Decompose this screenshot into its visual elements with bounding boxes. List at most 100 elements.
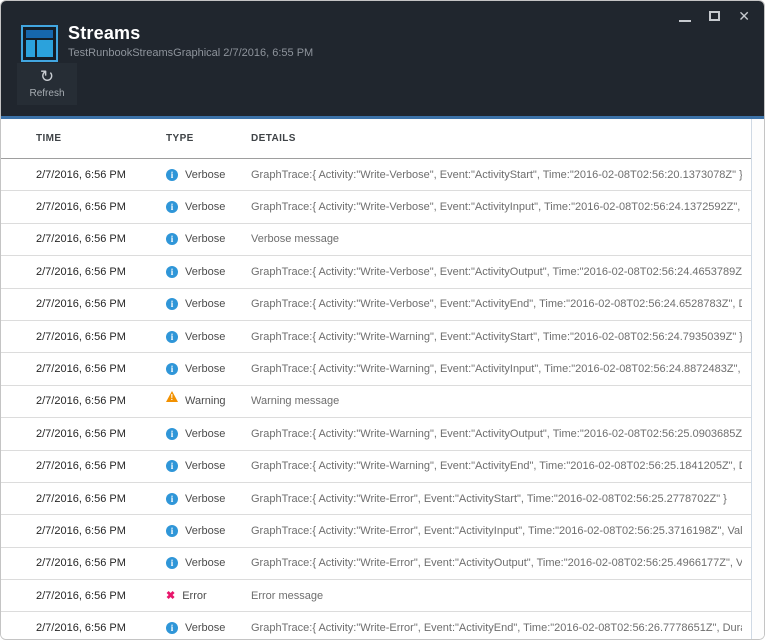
time-cell: 2/7/2016, 6:56 PM: [36, 266, 166, 278]
error-icon: ✖: [166, 590, 175, 602]
close-icon: ✕: [738, 9, 750, 23]
time-cell: 2/7/2016, 6:56 PM: [36, 331, 166, 343]
column-header-type: TYPE: [166, 133, 251, 144]
table-row[interactable]: 2/7/2016, 6:56 PMiVerboseGraphTrace:{ Ac…: [1, 191, 764, 223]
type-label: Error: [182, 590, 206, 602]
type-label: Verbose: [185, 363, 225, 375]
refresh-label: Refresh: [17, 88, 77, 99]
type-cell: Warning: [166, 395, 251, 407]
type-cell: i Verbose: [166, 298, 251, 310]
table-row[interactable]: 2/7/2016, 6:56 PMi Verbose GraphTrace:{ Ac…: [1, 418, 764, 450]
time-cell: 2/7/2016, 6:56 PM: [36, 590, 166, 602]
table-row[interactable]: 2/7/2016, 6:56 PMiVerboseGraphTrace:{ Ac…: [1, 289, 764, 321]
type-label: Verbose: [185, 331, 225, 343]
column-header-details: DETAILS: [251, 133, 742, 144]
details-cell: GraphTrace:{ Activity:"Write-Verbose", E…: [251, 266, 742, 278]
type-label: Verbose: [185, 266, 225, 278]
stream-rows: 2/7/2016, 6:56 PMiVerboseGraphTrace:{ Ac…: [1, 159, 764, 640]
info-icon: i: [166, 525, 178, 537]
details-cell: GraphTrace:{ Activity:"Write-Warning", E…: [251, 428, 742, 440]
table-row[interactable]: 2/7/2016, 6:56 PMWarningWarning message: [1, 386, 764, 418]
type-cell: i Verbose: [166, 428, 251, 440]
table-row[interactable]: 2/7/2016, 6:56 PMiVerboseGraphTrace:{ Ac…: [1, 515, 764, 547]
type-label: Verbose: [185, 428, 225, 440]
time-cell: 2/7/2016, 6:56 PM: [36, 493, 166, 505]
blade-icon-right-pane: [37, 40, 53, 57]
minimize-icon: [679, 20, 691, 22]
table-row[interactable]: 2/7/2016, 6:56 PM✖ Error Error message: [1, 580, 764, 612]
table-row[interactable]: 2/7/2016, 6:56 PMi Verbose GraphTrace:{ Ac…: [1, 451, 764, 483]
table-header: TIME TYPE DETAILS: [1, 119, 764, 159]
type-label: Verbose: [185, 525, 225, 537]
streams-blade-window: ✕ Streams TestRunbookStreamsGraphical 2/…: [0, 0, 765, 640]
type-cell: iVerbose: [166, 622, 251, 634]
refresh-button[interactable]: ↻ Refresh: [17, 63, 77, 105]
column-header-time: TIME: [36, 133, 166, 144]
type-cell: i Verbose: [166, 493, 251, 505]
details-cell: Verbose message: [251, 233, 742, 245]
info-icon: i: [166, 169, 178, 181]
time-cell: 2/7/2016, 6:56 PM: [36, 428, 166, 440]
type-label: Verbose: [185, 201, 225, 213]
blade-icon-left-pane: [26, 40, 35, 57]
type-label: Warning: [185, 395, 226, 407]
table-row[interactable]: 2/7/2016, 6:56 PMi Verbose GraphTrace:{ Ac…: [1, 483, 764, 515]
type-cell: iVerbose: [166, 201, 251, 213]
type-label: Verbose: [185, 460, 225, 472]
info-icon: i: [166, 493, 178, 505]
table-row[interactable]: 2/7/2016, 6:56 PMiVerboseGraphTrace:{ Ac…: [1, 321, 764, 353]
details-cell: GraphTrace:{ Activity:"Write-Error", Eve…: [251, 622, 742, 634]
table-row[interactable]: 2/7/2016, 6:56 PMiVerboseVerbose message: [1, 224, 764, 256]
window-controls: ✕: [679, 8, 750, 24]
time-cell: 2/7/2016, 6:56 PM: [36, 363, 166, 375]
details-cell: GraphTrace:{ Activity:"Write-Verbose", E…: [251, 298, 742, 310]
time-cell: 2/7/2016, 6:56 PM: [36, 622, 166, 634]
details-cell: GraphTrace:{ Activity:"Write-Error", Eve…: [251, 557, 742, 569]
type-cell: ✖ Error: [166, 590, 251, 602]
info-icon: i: [166, 363, 178, 375]
type-label: Verbose: [185, 557, 225, 569]
streams-table: TIME TYPE DETAILS 2/7/2016, 6:56 PMiVerb…: [1, 119, 764, 640]
blade-icon-top-pane: [26, 30, 53, 38]
info-icon: i: [166, 557, 178, 569]
warning-icon: [166, 391, 178, 402]
type-label: Verbose: [185, 298, 225, 310]
type-cell: i Verbose: [166, 525, 251, 537]
type-cell: i Verbose: [166, 460, 251, 472]
info-icon: i: [166, 460, 178, 472]
type-cell: iVerbose: [166, 233, 251, 245]
details-cell: Warning message: [251, 395, 742, 407]
table-row[interactable]: 2/7/2016, 6:56 PMiVerboseGraphTrace:{ Ac…: [1, 612, 764, 640]
type-label: Verbose: [185, 622, 225, 634]
details-cell: GraphTrace:{ Activity:"Write-Verbose", E…: [251, 201, 742, 213]
type-label: Verbose: [185, 169, 225, 181]
details-cell: GraphTrace:{ Activity:"Write-Warning", E…: [251, 363, 742, 375]
time-cell: 2/7/2016, 6:56 PM: [36, 460, 166, 472]
details-cell: GraphTrace:{ Activity:"Write-Error", Eve…: [251, 493, 742, 505]
type-cell: iVerbose: [166, 331, 251, 343]
refresh-icon: ↻: [17, 68, 77, 86]
type-cell: i Verbose: [166, 557, 251, 569]
info-icon: i: [166, 298, 178, 310]
details-cell: GraphTrace:{ Activity:"Write-Error", Eve…: [251, 525, 742, 537]
table-row[interactable]: 2/7/2016, 6:56 PMi Verbose GraphTrace:{ Ac…: [1, 353, 764, 385]
info-icon: i: [166, 428, 178, 440]
vertical-scrollbar[interactable]: [751, 119, 764, 640]
minimize-button[interactable]: [679, 11, 691, 22]
table-row[interactable]: 2/7/2016, 6:56 PMi Verbose GraphTrace:{ Ac…: [1, 256, 764, 288]
table-row[interactable]: 2/7/2016, 6:56 PMiVerboseGraphTrace:{ Ac…: [1, 548, 764, 580]
type-cell: i Verbose: [166, 169, 251, 181]
details-cell: GraphTrace:{ Activity:"Write-Warning", E…: [251, 460, 742, 472]
page-subtitle: TestRunbookStreamsGraphical 2/7/2016, 6:…: [68, 47, 313, 59]
close-button[interactable]: ✕: [738, 9, 750, 23]
title-bar: ✕ Streams TestRunbookStreamsGraphical 2/…: [1, 1, 764, 116]
time-cell: 2/7/2016, 6:56 PM: [36, 201, 166, 213]
maximize-button[interactable]: [709, 11, 720, 21]
details-cell: GraphTrace:{ Activity:"Write-Warning", E…: [251, 331, 742, 343]
type-cell: i Verbose: [166, 266, 251, 278]
time-cell: 2/7/2016, 6:56 PM: [36, 169, 166, 181]
details-cell: Error message: [251, 590, 742, 602]
info-icon: i: [166, 266, 178, 278]
type-label: Verbose: [185, 493, 225, 505]
table-row[interactable]: 2/7/2016, 6:56 PMiVerboseGraphTrace:{ Ac…: [1, 159, 764, 191]
